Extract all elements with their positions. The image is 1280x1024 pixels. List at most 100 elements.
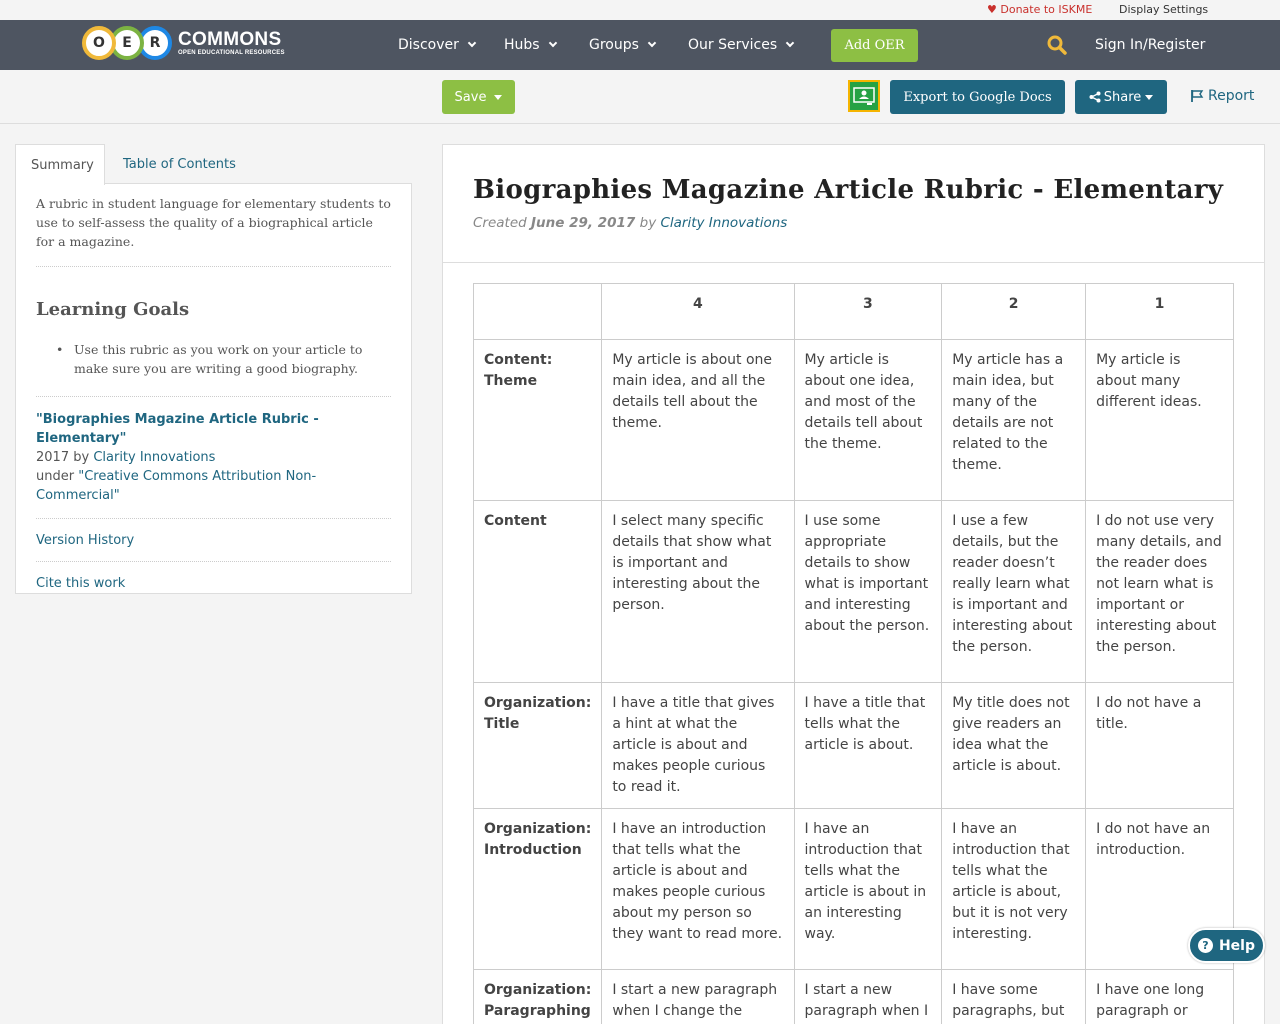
rubric-header-cell (472, 283, 603, 340)
version-history-link[interactable]: Version History (36, 533, 391, 548)
flag-icon (1191, 90, 1204, 102)
rubric-row: Content I select many specific details t… (472, 500, 1234, 683)
nav-our-services-label: Our Services (688, 37, 778, 53)
main-navbar: O E R COMMONS OPEN EDUCATIONAL RESOURCES… (0, 20, 1280, 70)
rubric-criterion: Organization: Paragraphing (472, 969, 603, 1024)
divider (36, 396, 391, 397)
rubric-cell: I have an introduction that tells what t… (793, 808, 943, 970)
summary-panel: A rubric in student language for element… (15, 183, 412, 594)
report-button[interactable]: Report (1190, 88, 1254, 104)
nav-our-services[interactable]: Our Services (688, 37, 795, 53)
license-link[interactable]: "Creative Commons Attribution Non-Commer… (36, 469, 316, 503)
rubric-table: 4 3 2 1 Content: Theme My article is abo… (472, 283, 1234, 1024)
page-title: Biographies Magazine Article Rubric - El… (473, 175, 1224, 205)
resource-header: Biographies Magazine Article Rubric - El… (443, 145, 1264, 263)
rubric-cell: I use a few details, but the reader does… (941, 500, 1087, 683)
rubric-row: Organization: Introduction I have an int… (472, 808, 1234, 970)
add-oer-button[interactable]: Add OER (831, 29, 918, 62)
logo-text: COMMONS OPEN EDUCATIONAL RESOURCES (178, 30, 285, 56)
donate-label: Donate to ISKME (1000, 3, 1093, 16)
save-label: Save (454, 89, 487, 105)
google-classroom-button[interactable] (848, 80, 880, 112)
logo-letter-o: O (82, 26, 116, 60)
rubric-cell: My article has a main idea, but many of … (941, 339, 1087, 501)
report-label: Report (1208, 88, 1255, 104)
chevron-down-icon (548, 38, 557, 48)
chevron-down-icon (647, 38, 657, 48)
nav-groups[interactable]: Groups (589, 37, 657, 53)
rubric-header-row: 4 3 2 1 (472, 283, 1234, 340)
resource-toolbar: Save Export to Google Docs Share Report (0, 70, 1280, 124)
help-label: Help (1218, 937, 1256, 954)
caret-down-icon (1145, 94, 1154, 100)
export-google-docs-button[interactable]: Export to Google Docs (890, 80, 1065, 114)
sign-in-link[interactable]: Sign In/Register (1095, 37, 1205, 53)
chevron-down-icon (785, 38, 795, 48)
nav-hubs[interactable]: Hubs (504, 37, 557, 53)
rubric-header-cell: 3 (793, 283, 943, 340)
donate-link[interactable]: ♥ Donate to ISKME (987, 3, 1092, 16)
author-link[interactable]: Clarity Innovations (93, 450, 215, 465)
utility-bar: ♥ Donate to ISKME Display Settings (0, 0, 1280, 20)
tab-summary[interactable]: Summary (15, 144, 105, 185)
nav-discover[interactable]: Discover (398, 37, 477, 53)
author-link[interactable]: Clarity Innovations (660, 215, 787, 231)
attribution-block: "Biographies Magazine Article Rubric - E… (36, 410, 391, 505)
nav-groups-label: Groups (589, 37, 639, 53)
google-classroom-icon (853, 87, 875, 105)
rubric-cell: My article is about one idea, and most o… (793, 339, 943, 501)
rubric-criterion: Content (472, 500, 603, 683)
learning-goals-list: Use this rubric as you work on your arti… (36, 340, 391, 378)
rubric-criterion: Organization: Introduction (472, 808, 603, 970)
rubric-cell: I start a new paragraph when I change th… (601, 969, 795, 1024)
rubric-row: Content: Theme My article is about one m… (472, 339, 1234, 501)
rubric-cell: I have some paragraphs, but there may be… (941, 969, 1087, 1024)
learning-goals-title: Learning Goals (36, 299, 190, 320)
rubric-cell: I have one long paragraph or many really… (1085, 969, 1234, 1024)
resource-title-link[interactable]: "Biographies Magazine Article Rubric - E… (36, 412, 319, 446)
display-settings-link[interactable]: Display Settings (1119, 3, 1208, 16)
resource-meta: Created June 29, 2017 by Clarity Innovat… (473, 215, 1234, 231)
attribution-year: 2017 by (36, 450, 90, 465)
rubric-cell: I use some appropriate details to show w… (793, 500, 943, 683)
nav-hubs-label: Hubs (504, 37, 540, 53)
caret-down-icon (494, 94, 503, 100)
sidebar-tabs: Summary Table of Contents (15, 144, 412, 185)
rubric-cell: I start a new paragraph when I change th… (793, 969, 943, 1024)
rubric-cell: I have a title that gives a hint at what… (601, 682, 795, 809)
rubric-header-cell: 1 (1085, 283, 1234, 340)
rubric-cell: I have a title that tells what the artic… (793, 682, 943, 809)
help-question-icon: ? (1197, 938, 1213, 953)
rubric-row: Organization: Title I have a title that … (472, 682, 1234, 809)
cite-work-link[interactable]: Cite this work (36, 576, 391, 591)
rubric-cell: I do not have a title. (1085, 682, 1234, 809)
divider (36, 561, 391, 562)
share-button[interactable]: Share (1075, 80, 1167, 114)
learning-goal-item: Use this rubric as you work on your arti… (56, 340, 391, 378)
share-icon (1089, 91, 1101, 103)
rubric-criterion: Content: Theme (472, 339, 603, 501)
rubric-cell: I select many specific details that show… (601, 500, 795, 683)
divider (36, 518, 391, 519)
resource-main-content: Biographies Magazine Article Rubric - El… (442, 144, 1265, 1024)
share-label: Share (1103, 89, 1142, 105)
rubric-cell: My title does not give readers an idea w… (941, 682, 1087, 809)
chevron-down-icon (467, 38, 477, 48)
logo-tagline: OPEN EDUCATIONAL RESOURCES (178, 50, 285, 56)
save-button[interactable]: Save (442, 80, 515, 114)
help-button[interactable]: ? Help (1188, 928, 1265, 963)
tab-table-of-contents[interactable]: Table of Contents (108, 144, 251, 184)
summary-text: A rubric in student language for element… (36, 194, 391, 267)
rubric-cell: My article is about many different ideas… (1085, 339, 1234, 501)
resource-sidebar: Summary Table of Contents A rubric in st… (15, 144, 412, 594)
rubric-criterion: Organization: Title (472, 682, 603, 809)
by-label: by (639, 215, 657, 231)
rubric-header-cell: 4 (601, 283, 795, 340)
oer-commons-logo[interactable]: O E R COMMONS OPEN EDUCATIONAL RESOURCES (82, 25, 285, 61)
rubric-cell: I have an introduction that tells what t… (601, 808, 795, 970)
nav-discover-label: Discover (398, 37, 459, 53)
search-icon[interactable] (1047, 35, 1067, 55)
created-label: Created (473, 215, 527, 231)
created-date: June 29, 2017 (531, 215, 636, 231)
rubric-header-cell: 2 (941, 283, 1087, 340)
